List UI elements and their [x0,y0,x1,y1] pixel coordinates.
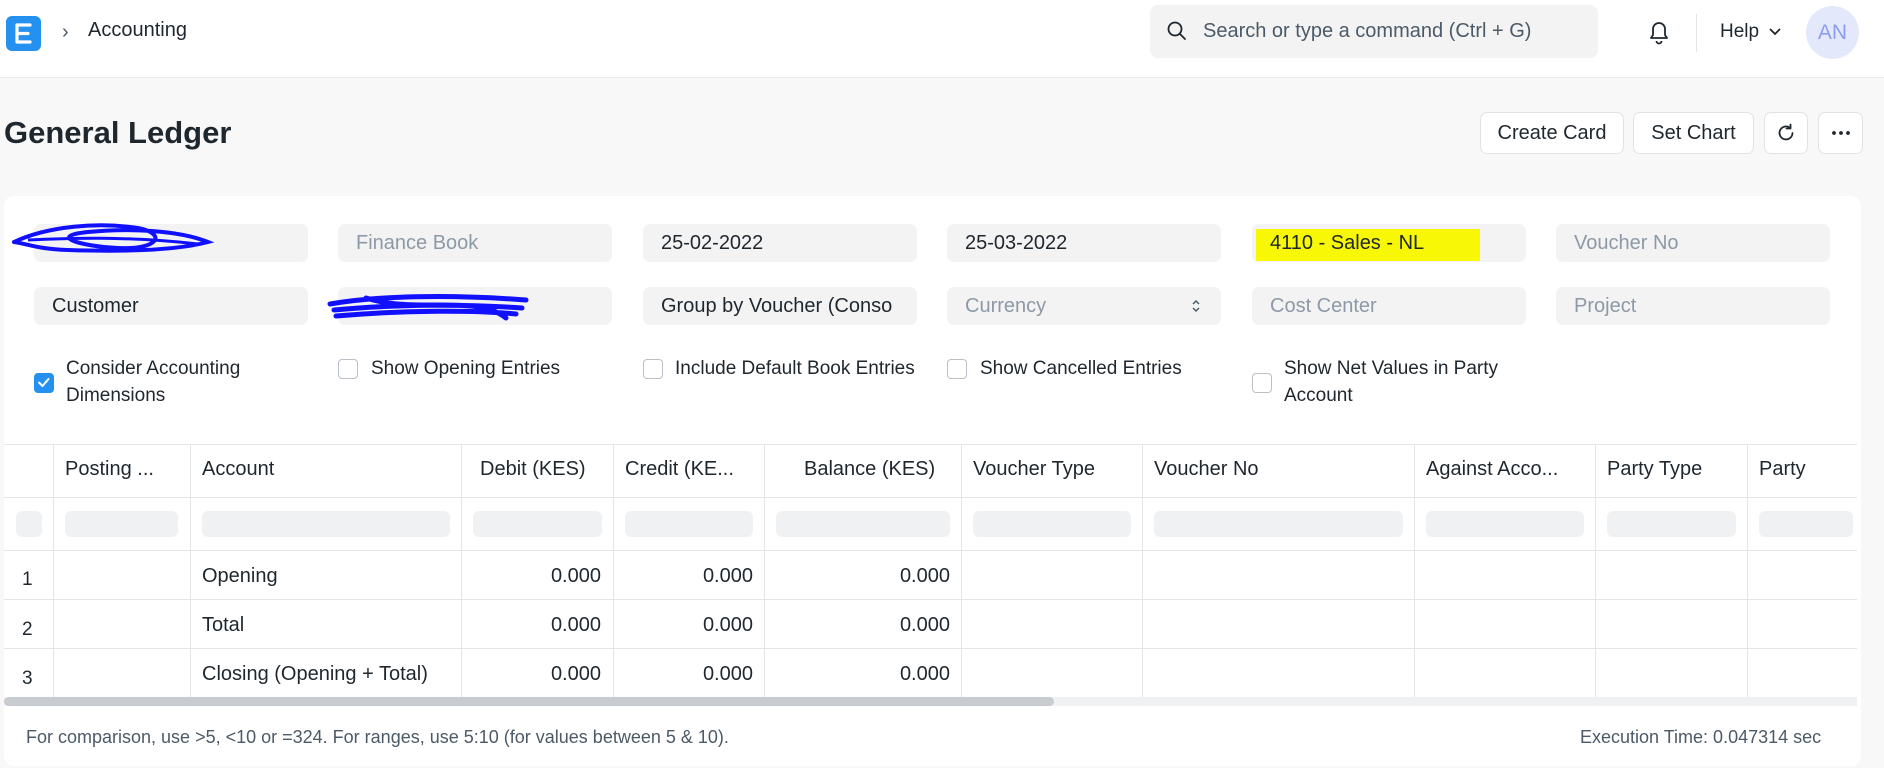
currency-select[interactable]: Currency [947,287,1221,325]
filter-input-against-account[interactable] [1426,511,1584,537]
filter-input-account[interactable] [202,511,450,537]
consider-accounting-dimensions-label: Consider Accounting Dimensions [66,358,241,406]
filter-input-credit[interactable] [625,511,753,537]
user-avatar[interactable]: AN [1806,6,1859,59]
row-number: 1 [22,569,33,590]
party-type-field[interactable]: Customer [34,287,308,325]
column-header-account[interactable]: Account [202,458,274,481]
cell-account: Closing (Opening + Total) [202,663,428,685]
include-default-book-entries-checkbox[interactable] [643,359,663,379]
column-header-against-account[interactable]: Against Acco... [1426,458,1558,481]
cell-credit: 0.000 [702,565,753,587]
column-header-party-type[interactable]: Party Type [1607,458,1702,481]
filter-input-voucher-type[interactable] [973,511,1131,537]
set-chart-button[interactable]: Set Chart [1633,112,1754,154]
navbar: › Accounting Search or type a command (C… [0,0,1884,78]
filter-input-party-type[interactable] [1607,511,1736,537]
more-actions-button[interactable] [1818,112,1863,154]
show-net-values-checkbox[interactable] [1252,373,1272,393]
cell-balance: 0.000 [899,663,950,685]
cell-balance: 0.000 [899,565,950,587]
redaction-scribble [327,294,529,321]
search-icon [1167,21,1186,40]
show-opening-entries-label: Show Opening Entries [371,358,561,379]
select-arrows-icon [1192,299,1200,313]
project-field[interactable]: Project [1556,287,1830,325]
app-logo[interactable] [6,16,41,51]
cell-debit: 0.000 [550,663,601,685]
navbar-divider [1696,14,1697,52]
filter-input-debit[interactable] [473,511,602,537]
from-date-field[interactable]: 25-02-2022 [643,224,917,262]
cell-account: Total [202,614,245,636]
search-bar[interactable]: Search or type a command (Ctrl + G) [1150,5,1598,58]
cell-account: Opening [202,565,278,587]
consider-accounting-dimensions-checkbox[interactable] [34,373,54,393]
filter-hint-text: For comparison, use >5, <10 or =324. For… [26,727,729,747]
column-header-credit[interactable]: Credit (KE... [625,458,734,481]
show-opening-entries-checkbox[interactable] [338,359,358,379]
filter-input-party[interactable] [1759,511,1853,537]
filter-input-balance[interactable] [776,511,950,537]
row-filter-checkbox[interactable] [16,511,42,537]
cell-credit: 0.000 [702,614,753,636]
execution-time: Execution Time: 0.047314 sec [1580,727,1822,747]
filter-input-voucher-no[interactable] [1154,511,1403,537]
show-net-values-label: Show Net Values in Party Account [1284,358,1499,406]
check-icon [38,378,50,387]
help-menu[interactable]: Help [1720,21,1759,43]
show-cancelled-entries-label: Show Cancelled Entries [980,358,1182,379]
column-header-debit[interactable]: Debit (KES) [480,458,586,481]
account-value: 4110 - Sales - NL [1270,232,1425,254]
erpnext-logo-icon [15,23,32,44]
refresh-button[interactable] [1764,112,1808,154]
row-number: 2 [22,619,33,640]
row-number: 3 [22,668,33,689]
breadcrumb-accounting[interactable]: Accounting [88,19,187,42]
cell-credit: 0.000 [702,663,753,685]
notification-bell-icon[interactable] [1646,18,1672,46]
cell-balance: 0.000 [899,614,950,636]
breadcrumb-chevron-icon: › [62,21,69,43]
refresh-icon [1778,123,1794,141]
create-card-button[interactable]: Create Card [1480,112,1624,154]
filter-input-posting-date[interactable] [65,511,178,537]
column-header-balance[interactable]: Balance (KES) [804,458,935,481]
chevron-down-icon[interactable] [1768,27,1782,37]
column-header-posting-date[interactable]: Posting ... [65,458,154,481]
more-horizontal-icon [1831,131,1850,135]
cell-debit: 0.000 [550,614,601,636]
voucher-no-field[interactable]: Voucher No [1556,224,1830,262]
column-header-voucher-no[interactable]: Voucher No [1154,458,1259,481]
finance-book-field[interactable]: Finance Book [338,224,612,262]
currency-placeholder: Currency [965,295,1047,317]
horizontal-scrollbar-thumb[interactable] [4,697,1054,706]
redaction-scribble [12,223,215,253]
include-default-book-entries-label: Include Default Book Entries [675,358,915,379]
page-title: General Ledger [4,115,232,150]
group-by-select[interactable]: Group by Voucher (Conso [643,287,917,325]
to-date-field[interactable]: 25-03-2022 [947,224,1221,262]
show-cancelled-entries-checkbox[interactable] [947,359,967,379]
column-header-party[interactable]: Party [1759,458,1806,481]
column-header-voucher-type[interactable]: Voucher Type [973,458,1095,481]
cell-debit: 0.000 [550,565,601,587]
search-input[interactable]: Search or type a command (Ctrl + G) [1203,20,1531,43]
cost-center-field[interactable]: Cost Center [1252,287,1526,325]
